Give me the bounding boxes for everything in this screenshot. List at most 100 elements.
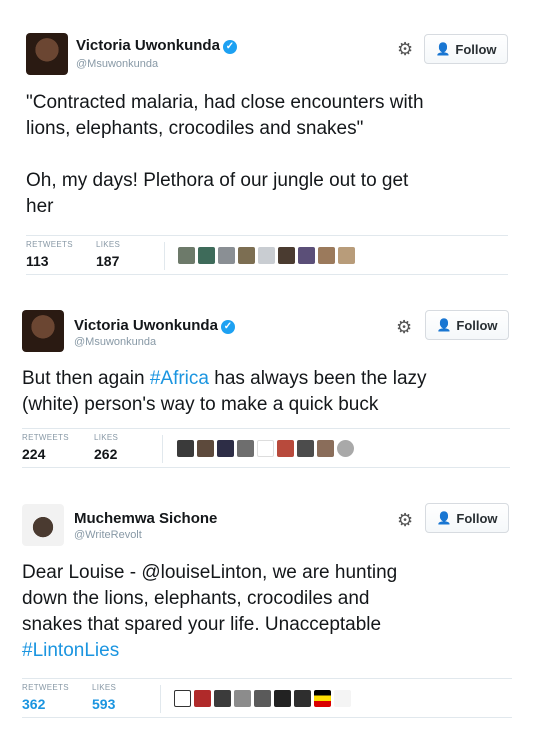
follow-label: Follow	[456, 317, 498, 333]
follow-button[interactable]: 👤 Follow	[425, 310, 509, 340]
liker-avatar[interactable]	[214, 690, 231, 707]
follow-label: Follow	[456, 510, 498, 526]
retweets-count: 224	[22, 446, 46, 462]
tweet-text-line: her	[26, 196, 54, 217]
tweet-text-prefix: But then again	[22, 368, 150, 389]
retweets-label: RETWEETS	[26, 240, 73, 249]
liker-avatar[interactable]	[178, 247, 195, 264]
gear-icon[interactable]: ⚙	[397, 40, 415, 58]
likes-stat[interactable]: LIKES 262	[94, 433, 118, 462]
tweet-3: Muchemwa Sichone @WriteRevolt ⚙ 👤 Follow …	[0, 480, 535, 741]
liker-avatar[interactable]	[237, 440, 254, 457]
liker-avatars	[174, 690, 351, 707]
verified-badge-icon: ✓	[220, 320, 235, 334]
likes-count: 187	[96, 253, 120, 269]
tweet-text-line: (white) person's way to make a quick buc…	[22, 394, 379, 415]
liker-avatar[interactable]	[197, 440, 214, 457]
tweet-text-line: "Contracted malaria, had close encounter…	[26, 92, 424, 113]
liker-avatar[interactable]	[278, 247, 295, 264]
add-user-icon: 👤	[436, 511, 452, 525]
stats-divider	[162, 435, 163, 463]
retweets-stat[interactable]: RETWEETS 113	[26, 240, 73, 269]
liker-avatar[interactable]	[174, 690, 191, 707]
stats-divider	[164, 242, 165, 270]
avatar[interactable]	[26, 33, 68, 75]
tweet-stats: RETWEETS 224 LIKES 262	[22, 428, 510, 468]
retweets-count: 113	[26, 253, 49, 269]
liker-avatar[interactable]	[277, 440, 294, 457]
tweet-1: Victoria Uwonkunda ✓ @Msuwonkunda ⚙ 👤 Foll…	[0, 0, 535, 280]
retweets-label: RETWEETS	[22, 683, 69, 692]
liker-avatar[interactable]	[238, 247, 255, 264]
liker-avatar[interactable]	[257, 440, 274, 457]
stats-divider	[160, 685, 161, 713]
handle[interactable]: @Msuwonkunda	[74, 336, 156, 348]
tweet-text-line: lions, elephants, crocodiles and snakes"	[26, 118, 364, 139]
liker-avatar[interactable]	[337, 440, 354, 457]
liker-avatar[interactable]	[297, 440, 314, 457]
retweets-stat[interactable]: RETWEETS 362	[22, 683, 69, 712]
liker-avatar[interactable]	[294, 690, 311, 707]
tweet-text-line: snakes that spared your life. Unacceptab…	[22, 614, 382, 635]
gear-icon[interactable]: ⚙	[397, 511, 415, 529]
handle[interactable]: @Msuwonkunda	[76, 58, 158, 70]
add-user-icon: 👤	[436, 318, 452, 332]
liker-avatar[interactable]	[234, 690, 251, 707]
liker-avatar[interactable]	[194, 690, 211, 707]
follow-label: Follow	[455, 41, 497, 57]
liker-avatars	[178, 247, 355, 264]
tweet-text: Dear Louise - @louiseLinton, we are hunt…	[22, 560, 527, 664]
tweet-text-line: Dear Louise - @louiseLinton, we are hunt…	[22, 562, 398, 583]
tweet-stats: RETWEETS 113 LIKES 187	[26, 235, 508, 275]
tweet-text: "Contracted malaria, had close encounter…	[26, 90, 526, 220]
tweet-stats: RETWEETS 362 LIKES 593	[22, 678, 512, 718]
liker-avatar[interactable]	[177, 440, 194, 457]
liker-avatar[interactable]	[334, 690, 351, 707]
likes-label: LIKES	[96, 240, 121, 249]
handle[interactable]: @WriteRevolt	[74, 529, 142, 541]
tweet-text-blank	[26, 142, 526, 168]
verified-badge-icon: ✓	[222, 40, 237, 54]
liker-avatar[interactable]	[218, 247, 235, 264]
avatar[interactable]	[22, 504, 64, 546]
hashtag-link[interactable]: #Africa	[150, 368, 209, 389]
likes-label: LIKES	[92, 683, 117, 692]
follow-button[interactable]: 👤 Follow	[424, 34, 508, 64]
tweet-2: Victoria Uwonkunda ✓ @Msuwonkunda ⚙ 👤 Foll…	[0, 280, 535, 480]
liker-avatar[interactable]	[274, 690, 291, 707]
avatar[interactable]	[22, 310, 64, 352]
liker-avatar[interactable]	[258, 247, 275, 264]
liker-avatar[interactable]	[314, 690, 331, 707]
tweet-text: But then again #Africa has always been t…	[22, 366, 527, 418]
likes-count: 262	[94, 446, 118, 462]
liker-avatar[interactable]	[338, 247, 355, 264]
display-name[interactable]: Muchemwa Sichone	[74, 510, 217, 527]
tweet-text-suffix: has always been the lazy	[208, 368, 427, 389]
liker-avatars	[177, 440, 354, 457]
likes-label: LIKES	[94, 433, 119, 442]
display-name-text: Muchemwa Sichone	[74, 510, 218, 527]
hashtag-link[interactable]: #LintonLies	[22, 638, 527, 664]
tweet-text-line: Oh, my days! Plethora of our jungle out …	[26, 170, 409, 191]
likes-stat[interactable]: LIKES 187	[96, 240, 120, 269]
display-name[interactable]: Victoria Uwonkunda ✓	[74, 317, 235, 334]
likes-count: 593	[92, 696, 116, 712]
gear-icon[interactable]: ⚙	[396, 318, 414, 336]
display-name[interactable]: Victoria Uwonkunda ✓	[76, 37, 237, 54]
likes-stat[interactable]: LIKES 593	[92, 683, 116, 712]
liker-avatar[interactable]	[298, 247, 315, 264]
liker-avatar[interactable]	[198, 247, 215, 264]
display-name-text: Victoria Uwonkunda	[76, 37, 220, 54]
retweets-count: 362	[22, 696, 46, 712]
liker-avatar[interactable]	[254, 690, 271, 707]
display-name-text: Victoria Uwonkunda	[74, 317, 218, 334]
follow-button[interactable]: 👤 Follow	[425, 503, 509, 533]
liker-avatar[interactable]	[318, 247, 335, 264]
liker-avatar[interactable]	[217, 440, 234, 457]
add-user-icon: 👤	[435, 42, 451, 56]
liker-avatar[interactable]	[317, 440, 334, 457]
tweet-text-line: down the lions, elephants, crocodiles an…	[22, 588, 370, 609]
retweets-stat[interactable]: RETWEETS 224	[22, 433, 69, 462]
retweets-label: RETWEETS	[22, 433, 69, 442]
tweet-text-line: But then again #Africa has always been t…	[22, 366, 527, 392]
